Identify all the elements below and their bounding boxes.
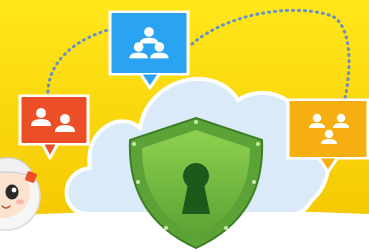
cloud-security-illustration (0, 0, 369, 252)
illustration (0, 0, 369, 252)
